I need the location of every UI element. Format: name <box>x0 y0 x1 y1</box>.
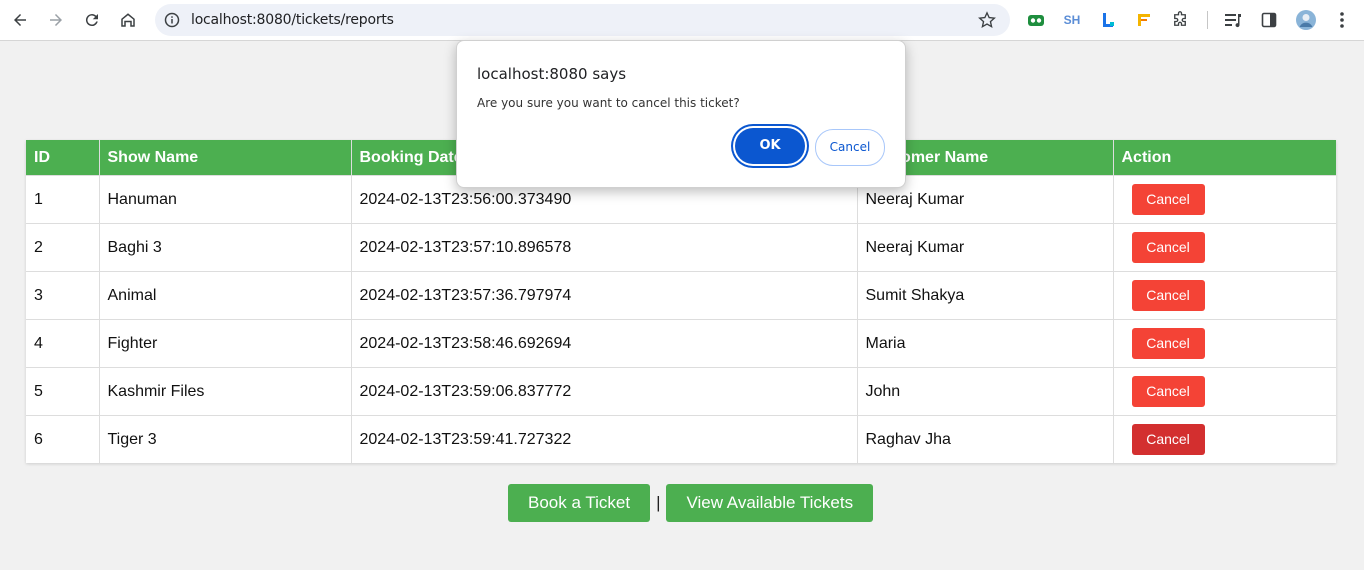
cell-action: Cancel <box>1113 223 1336 272</box>
cell-customer-name: Neeraj Kumar <box>857 223 1114 272</box>
address-bar[interactable]: localhost:8080/tickets/reports <box>155 4 1010 36</box>
cell-id: 5 <box>26 367 100 416</box>
reload-icon[interactable] <box>80 8 104 32</box>
cell-id: 2 <box>26 223 100 272</box>
cancel-ticket-button[interactable]: Cancel <box>1131 184 1205 215</box>
dialog-message: Are you sure you want to cancel this tic… <box>477 96 740 110</box>
cell-id: 1 <box>26 175 100 224</box>
table-row: 6 Tiger 3 2024-02-13T23:59:41.727322 Rag… <box>26 415 1336 463</box>
cancel-ticket-button[interactable]: Cancel <box>1131 424 1205 455</box>
bookmark-star-icon[interactable] <box>978 11 996 29</box>
cell-action: Cancel <box>1113 271 1336 320</box>
dialog-title: localhost:8080 says <box>477 65 627 83</box>
cell-customer-name: Raghav Jha <box>857 415 1114 463</box>
cell-action: Cancel <box>1113 175 1336 224</box>
header-id: ID <box>26 140 100 176</box>
ext-flag-icon[interactable] <box>1133 9 1155 31</box>
ext-sh-icon[interactable]: SH <box>1061 9 1083 31</box>
ext-green-icon[interactable] <box>1025 9 1047 31</box>
header-show-name: Show Name <box>99 140 352 176</box>
cell-customer-name: John <box>857 367 1114 416</box>
cell-show-name: Fighter <box>99 319 352 368</box>
button-separator: | <box>656 493 661 512</box>
header-action: Action <box>1113 140 1336 176</box>
forward-arrow-icon[interactable] <box>44 8 68 32</box>
cell-id: 3 <box>26 271 100 320</box>
cancel-ticket-button[interactable]: Cancel <box>1131 280 1205 311</box>
cell-booking-date: 2024-02-13T23:59:06.837772 <box>351 367 858 416</box>
cell-customer-name: Maria <box>857 319 1114 368</box>
dialog-ok-button[interactable]: OK <box>735 128 805 164</box>
cell-action: Cancel <box>1113 415 1336 463</box>
cell-show-name: Animal <box>99 271 352 320</box>
menu-dots-icon[interactable] <box>1331 9 1353 31</box>
profile-avatar-icon[interactable] <box>1295 9 1317 31</box>
confirm-dialog: localhost:8080 says Are you sure you wan… <box>456 40 906 188</box>
table-row: 5 Kashmir Files 2024-02-13T23:59:06.8377… <box>26 367 1336 416</box>
cell-show-name: Kashmir Files <box>99 367 352 416</box>
cancel-ticket-button[interactable]: Cancel <box>1131 376 1205 407</box>
toolbar-divider <box>1207 11 1208 29</box>
book-ticket-button[interactable]: Book a Ticket <box>508 484 651 522</box>
table-row: 4 Fighter 2024-02-13T23:58:46.692694 Mar… <box>26 319 1336 368</box>
side-panel-icon[interactable] <box>1258 9 1280 31</box>
cell-customer-name: Sumit Shakya <box>857 271 1114 320</box>
ext-l-icon[interactable] <box>1097 9 1119 31</box>
cancel-ticket-button[interactable]: Cancel <box>1131 328 1205 359</box>
cell-booking-date: 2024-02-13T23:57:10.896578 <box>351 223 858 272</box>
back-arrow-icon[interactable] <box>8 8 32 32</box>
media-queue-icon[interactable] <box>1222 9 1244 31</box>
home-icon[interactable] <box>116 8 140 32</box>
view-available-tickets-button[interactable]: View Available Tickets <box>666 484 874 522</box>
browser-toolbar: localhost:8080/tickets/reports SH <box>0 0 1364 41</box>
cell-id: 4 <box>26 319 100 368</box>
url-text[interactable]: localhost:8080/tickets/reports <box>191 12 394 28</box>
site-info-icon[interactable] <box>164 12 180 28</box>
cell-action: Cancel <box>1113 319 1336 368</box>
table-row: 3 Animal 2024-02-13T23:57:36.797974 Sumi… <box>26 271 1336 320</box>
cell-action: Cancel <box>1113 367 1336 416</box>
table-row: 2 Baghi 3 2024-02-13T23:57:10.896578 Nee… <box>26 223 1336 272</box>
cell-id: 6 <box>26 415 100 463</box>
dialog-cancel-button[interactable]: Cancel <box>815 129 885 166</box>
cell-show-name: Baghi 3 <box>99 223 352 272</box>
puzzle-icon[interactable] <box>1169 9 1191 31</box>
cancel-ticket-button[interactable]: Cancel <box>1131 232 1205 263</box>
cell-show-name: Hanuman <box>99 175 352 224</box>
tickets-table: ID Show Name Booking Date Customer Name … <box>26 140 1336 463</box>
cell-booking-date: 2024-02-13T23:57:36.797974 <box>351 271 858 320</box>
cell-booking-date: 2024-02-13T23:58:46.692694 <box>351 319 858 368</box>
bottom-actions: Book a Ticket | View Available Tickets <box>508 484 874 522</box>
cell-booking-date: 2024-02-13T23:59:41.727322 <box>351 415 858 463</box>
cell-show-name: Tiger 3 <box>99 415 352 463</box>
